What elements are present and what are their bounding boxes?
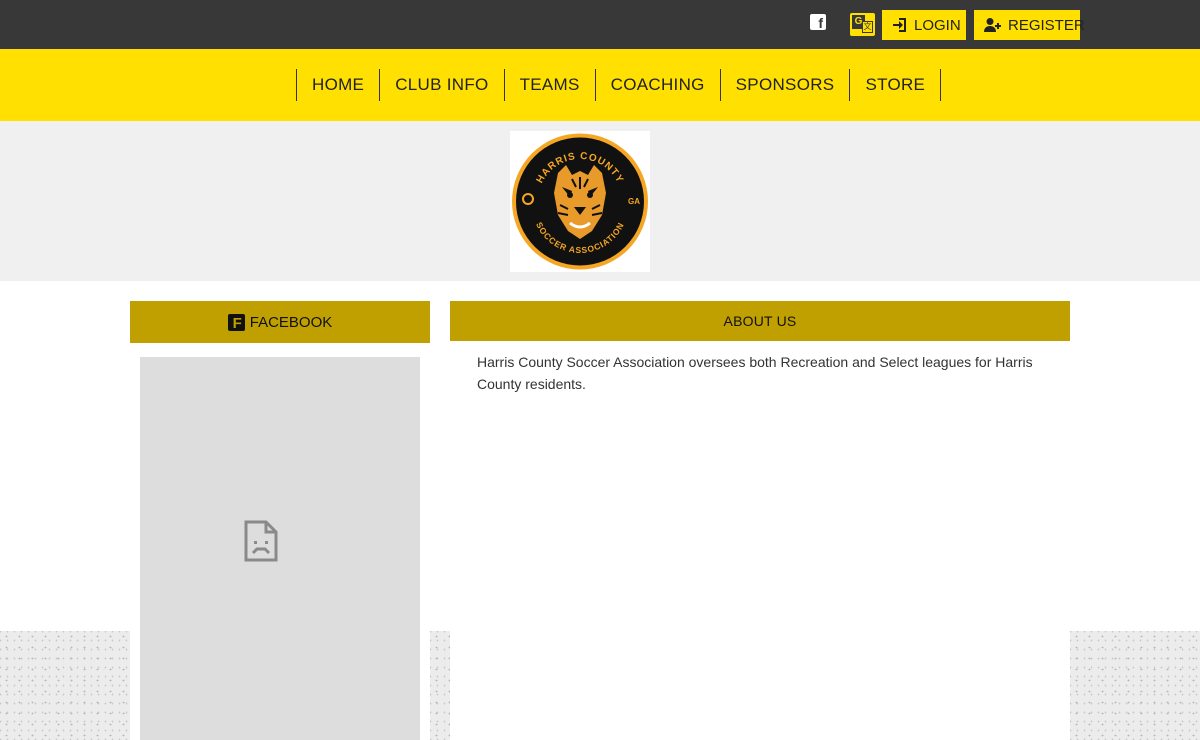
background-texture-middle	[430, 631, 450, 740]
club-logo-emblem: HARRIS COUNTY SOCCER ASSOCIATION GA	[512, 133, 648, 270]
about-us-header-label: ABOUT US	[723, 313, 797, 329]
logo-side-text: GA	[628, 197, 640, 206]
facebook-embed-frame[interactable]	[140, 357, 420, 740]
nav-item-club-info[interactable]: CLUB INFO	[380, 69, 505, 101]
about-us-text: Harris County Soccer Association oversee…	[477, 354, 1033, 392]
login-button[interactable]: LOGIN	[882, 10, 966, 40]
facebook-square-icon: f	[227, 313, 245, 332]
translate-lang-glyph: 文	[862, 21, 873, 33]
register-label: REGISTER	[1008, 16, 1085, 34]
background-texture-left	[0, 631, 130, 740]
register-button[interactable]: REGISTER	[974, 10, 1085, 40]
nav-menu: HOME CLUB INFO TEAMS COACHING SPONSORS S…	[296, 69, 942, 101]
nav-item-store[interactable]: STORE	[850, 69, 942, 101]
main-navigation: HOME CLUB INFO TEAMS COACHING SPONSORS S…	[0, 49, 1200, 121]
nav-item-home[interactable]: HOME	[297, 69, 381, 101]
nav-item-coaching[interactable]: COACHING	[596, 69, 721, 101]
add-user-icon	[984, 18, 1001, 32]
header-banner: HARRIS COUNTY SOCCER ASSOCIATION GA	[0, 121, 1200, 281]
login-icon	[893, 18, 906, 32]
nav-item-teams[interactable]: TEAMS	[505, 69, 596, 101]
facebook-section-header: f FACEBOOK	[130, 301, 430, 343]
about-us-header: ABOUT US	[450, 301, 1070, 341]
club-logo[interactable]: HARRIS COUNTY SOCCER ASSOCIATION GA	[510, 131, 650, 272]
facebook-icon[interactable]: f	[810, 14, 826, 31]
background-texture-right	[1070, 631, 1200, 740]
google-translate-icon[interactable]: G 文	[850, 13, 875, 36]
broken-page-icon	[244, 520, 278, 562]
login-label: LOGIN	[914, 16, 961, 34]
nav-item-sponsors[interactable]: SPONSORS	[721, 69, 851, 101]
about-us-panel: Harris County Soccer Association oversee…	[450, 341, 1070, 740]
top-bar: f G 文 LOGIN REGISTER	[0, 0, 1200, 49]
facebook-header-label: FACEBOOK	[249, 313, 333, 331]
